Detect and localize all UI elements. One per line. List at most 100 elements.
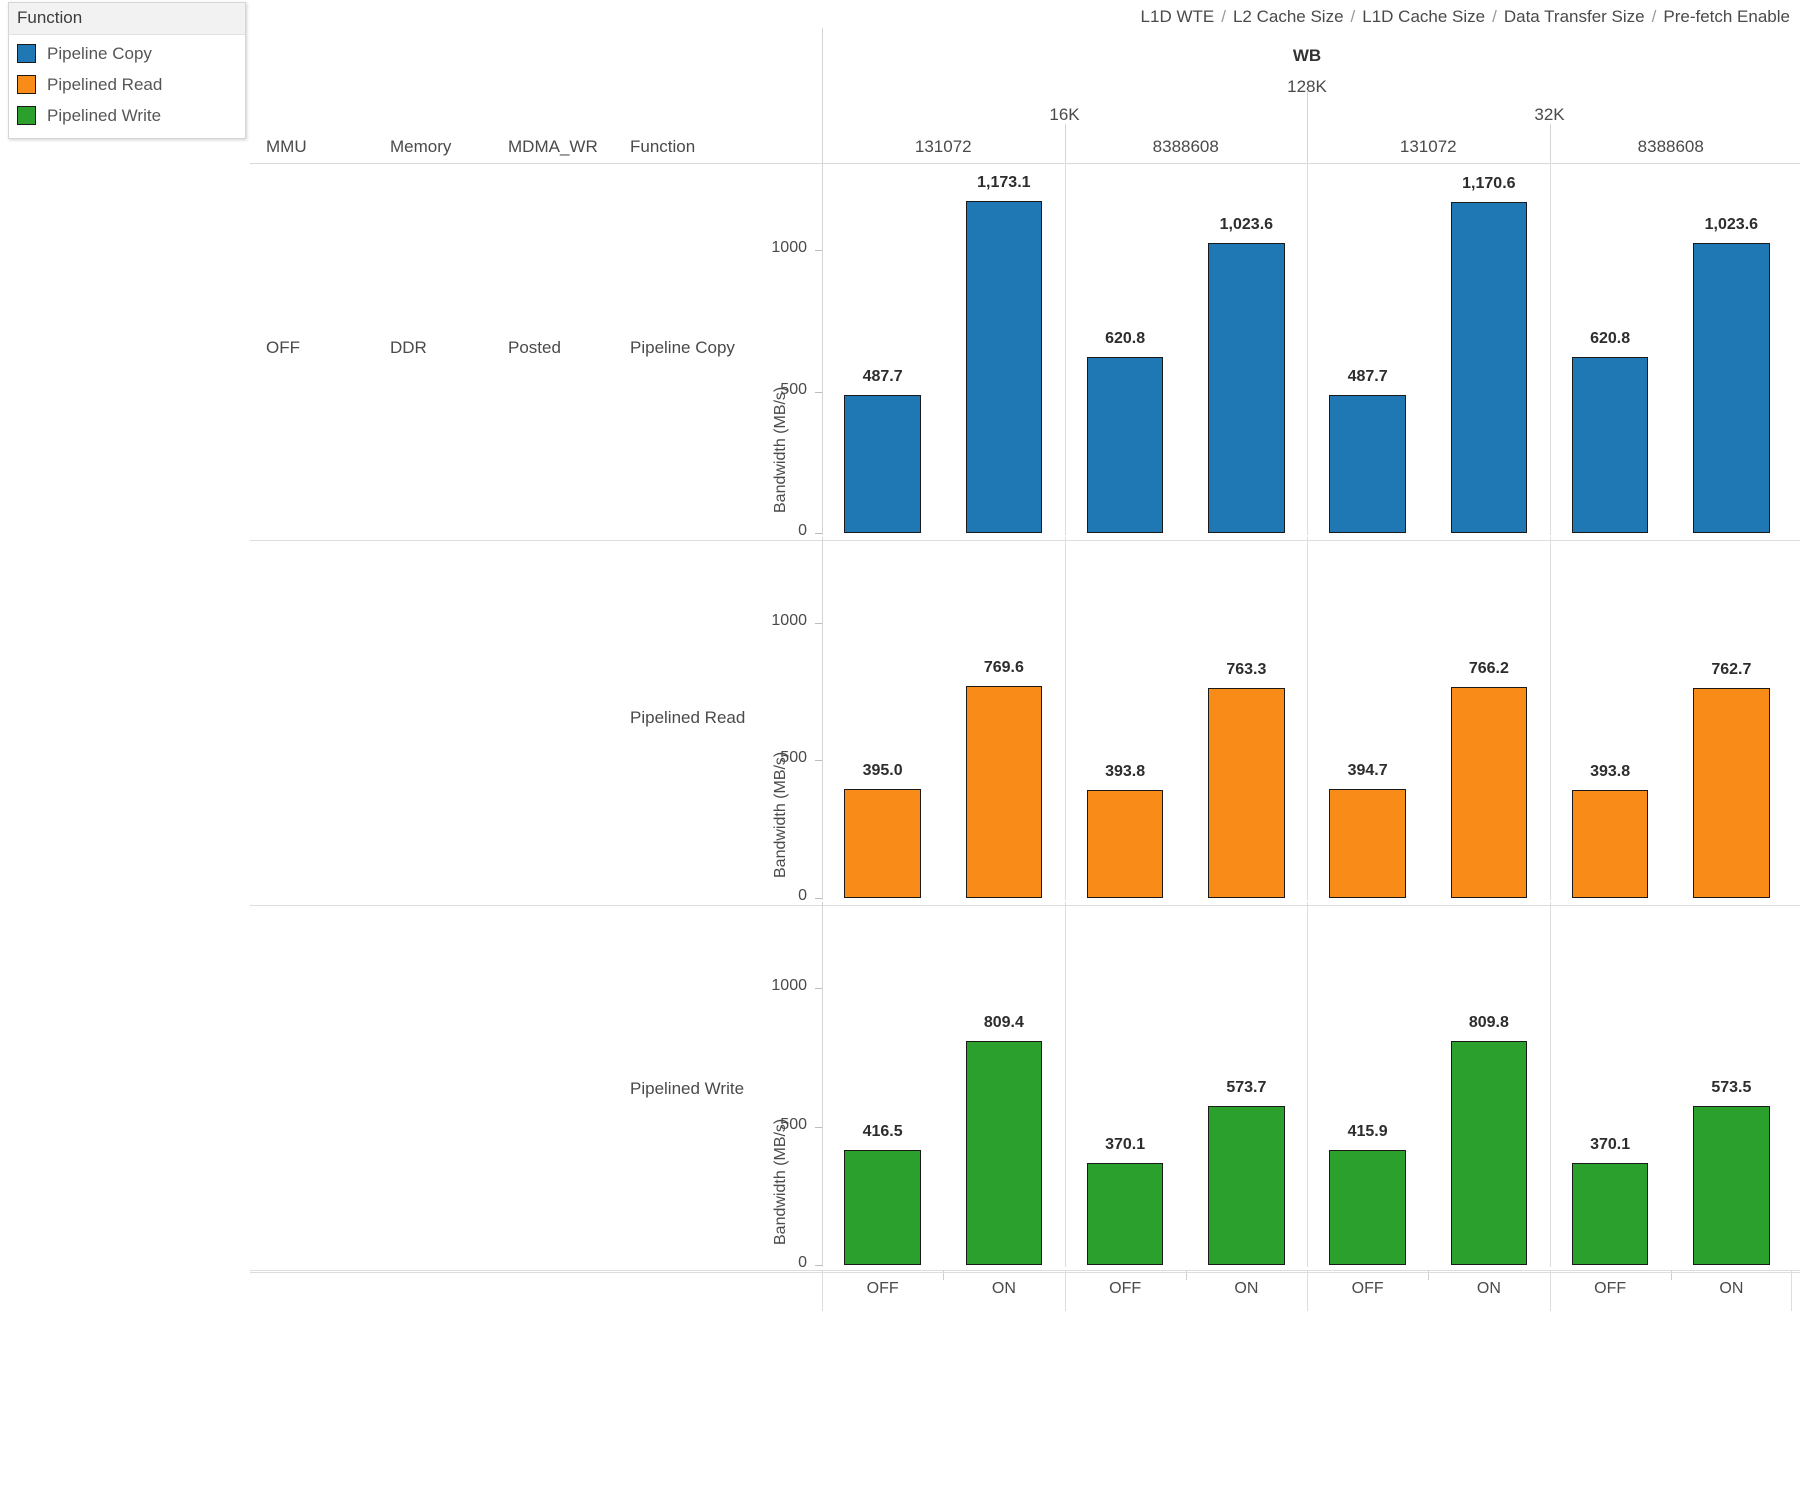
bar[interactable] xyxy=(1450,1040,1528,1265)
legend-items: Pipeline Copy Pipelined Read Pipelined Wri… xyxy=(9,35,245,138)
bar[interactable] xyxy=(1208,1106,1285,1265)
row-value-function-2[interactable]: Pipelined Write xyxy=(630,1079,744,1099)
facet-column-separator xyxy=(1549,537,1551,900)
row-value-mdma-wr[interactable]: Posted xyxy=(508,338,561,358)
breadcrumb-item[interactable]: L2 Cache Size xyxy=(1233,7,1344,26)
bar[interactable] xyxy=(1571,789,1649,898)
bar[interactable] xyxy=(965,201,1043,533)
x-tick-label[interactable]: ON xyxy=(1186,1280,1307,1298)
bar-value-label: 1,023.6 xyxy=(1704,216,1759,234)
y-tick-mark-r1-1 xyxy=(815,760,822,762)
bar[interactable] xyxy=(1329,789,1406,898)
bar[interactable] xyxy=(1693,243,1770,533)
row-header-label-mmu[interactable]: MMU xyxy=(266,137,307,157)
col-header-l1d-wte[interactable]: WB xyxy=(822,46,1792,66)
bar[interactable] xyxy=(1693,1106,1770,1265)
legend-item[interactable]: Pipelined Read xyxy=(9,69,245,100)
legend-panel[interactable]: Function Pipeline Copy Pipelined Read Pipe… xyxy=(8,2,246,139)
bar[interactable] xyxy=(1086,1162,1164,1265)
y-tick-mark-r0-2 xyxy=(815,250,822,252)
bar[interactable] xyxy=(1450,687,1528,898)
bar-value-label: 393.8 xyxy=(1105,762,1146,780)
col-header-data-transfer-size-2[interactable]: 131072 xyxy=(1307,137,1550,157)
row-value-memory[interactable]: DDR xyxy=(390,338,427,358)
x-tick-label[interactable]: OFF xyxy=(1065,1280,1186,1298)
breadcrumb-item[interactable]: Pre-fetch Enable xyxy=(1663,7,1790,26)
bar[interactable] xyxy=(1329,1149,1406,1265)
row-header-label-function[interactable]: Function xyxy=(630,137,695,157)
bar[interactable] xyxy=(965,686,1043,898)
legend-color-swatch xyxy=(17,44,36,63)
bar[interactable] xyxy=(1208,687,1285,898)
breadcrumb-item[interactable]: L1D Cache Size xyxy=(1362,7,1485,26)
legend-item-label: Pipelined Write xyxy=(47,105,162,125)
bar[interactable] xyxy=(1571,357,1649,533)
bar[interactable] xyxy=(965,1041,1043,1265)
bar-value-label: 370.1 xyxy=(1590,1135,1631,1153)
facet-column-separator xyxy=(1307,537,1308,900)
facet-column-separator xyxy=(1064,162,1066,535)
bar-value-label: 769.6 xyxy=(983,659,1024,677)
legend-item[interactable]: Pipeline Copy xyxy=(9,38,245,69)
bar-value-label: 394.7 xyxy=(1347,762,1388,780)
bar-value-label: 573.5 xyxy=(1711,1079,1752,1097)
facet-column-separator xyxy=(1064,537,1066,900)
y-tick-label-r1-2: 1000 xyxy=(771,611,807,629)
y-tick-label-r0-1: 500 xyxy=(780,380,807,398)
bar[interactable] xyxy=(844,395,921,533)
x-tick-label[interactable]: OFF xyxy=(1550,1280,1671,1298)
col-header-data-transfer-size-0[interactable]: 131072 xyxy=(822,137,1065,157)
bar-value-label: 395.0 xyxy=(862,762,903,780)
bar-value-label: 370.1 xyxy=(1105,1135,1146,1153)
row-header-label-mdma-wr[interactable]: MDMA_WR xyxy=(508,137,598,157)
breadcrumb-item[interactable]: Data Transfer Size xyxy=(1504,7,1645,26)
row-value-function-1[interactable]: Pipelined Read xyxy=(630,708,745,728)
bar[interactable] xyxy=(844,1149,921,1265)
bar-value-label: 762.7 xyxy=(1711,661,1752,679)
bar-value-label: 393.8 xyxy=(1590,762,1631,780)
col-header-data-transfer-size-3[interactable]: 8388608 xyxy=(1550,137,1793,157)
bar[interactable] xyxy=(844,789,921,898)
col-header-data-transfer-size-1[interactable]: 8388608 xyxy=(1065,137,1308,157)
y-axis-line-row-0 xyxy=(822,162,823,535)
bar[interactable] xyxy=(1086,357,1164,533)
facet-column-separator xyxy=(1064,902,1066,1267)
panel-row-separator xyxy=(250,540,1800,541)
y-tick-label-r0-2: 1000 xyxy=(771,239,807,257)
y-tick-label-r1-1: 500 xyxy=(780,749,807,767)
facet-column-separator xyxy=(1307,162,1308,535)
y-tick-label-r2-1: 500 xyxy=(780,1115,807,1133)
breadcrumb[interactable]: L1D WTE / L2 Cache Size / L1D Cache Size / Dat… xyxy=(1141,7,1790,27)
bar[interactable] xyxy=(1693,688,1770,898)
bar-value-label: 809.8 xyxy=(1468,1013,1509,1031)
header-divider xyxy=(1549,124,1551,163)
x-tick-label[interactable]: OFF xyxy=(822,1280,943,1298)
row-value-function-0[interactable]: Pipeline Copy xyxy=(630,338,735,358)
bar[interactable] xyxy=(1329,395,1406,533)
y-axis-line-row-2 xyxy=(822,902,823,1267)
panel-row-separator xyxy=(250,905,1800,906)
y-tick-label-r2-2: 1000 xyxy=(771,977,807,995)
x-tick-label[interactable]: ON xyxy=(943,1280,1064,1298)
row-value-mmu[interactable]: OFF xyxy=(266,338,300,358)
legend-item[interactable]: Pipelined Write xyxy=(9,100,245,131)
bar[interactable] xyxy=(1208,243,1285,533)
col-header-l1d-cache-size-0[interactable]: 16K xyxy=(822,105,1307,125)
chart-page: Function Pipeline Copy Pipelined Read Pipe… xyxy=(0,0,1800,1506)
bar[interactable] xyxy=(1086,789,1164,898)
bar-value-label: 416.5 xyxy=(862,1122,903,1140)
x-tick-label[interactable]: ON xyxy=(1671,1280,1792,1298)
bar-value-label: 487.7 xyxy=(1347,368,1388,385)
x-tick-label[interactable]: OFF xyxy=(1307,1280,1428,1298)
bar[interactable] xyxy=(1571,1162,1649,1265)
col-header-l1d-cache-size-1[interactable]: 32K xyxy=(1307,105,1792,125)
x-tick-label[interactable]: ON xyxy=(1428,1280,1549,1298)
y-tick-mark-r2-0 xyxy=(815,1265,822,1266)
bar-value-label: 1,023.6 xyxy=(1219,216,1274,234)
breadcrumb-item[interactable]: L1D WTE xyxy=(1141,7,1215,26)
bar[interactable] xyxy=(1450,201,1528,533)
bar-value-label: 573.7 xyxy=(1226,1079,1267,1097)
y-axis-title-row-1: Bandwidth (MB/s) xyxy=(772,751,789,878)
bar-value-label: 620.8 xyxy=(1590,330,1631,348)
row-header-label-memory[interactable]: Memory xyxy=(390,137,451,157)
